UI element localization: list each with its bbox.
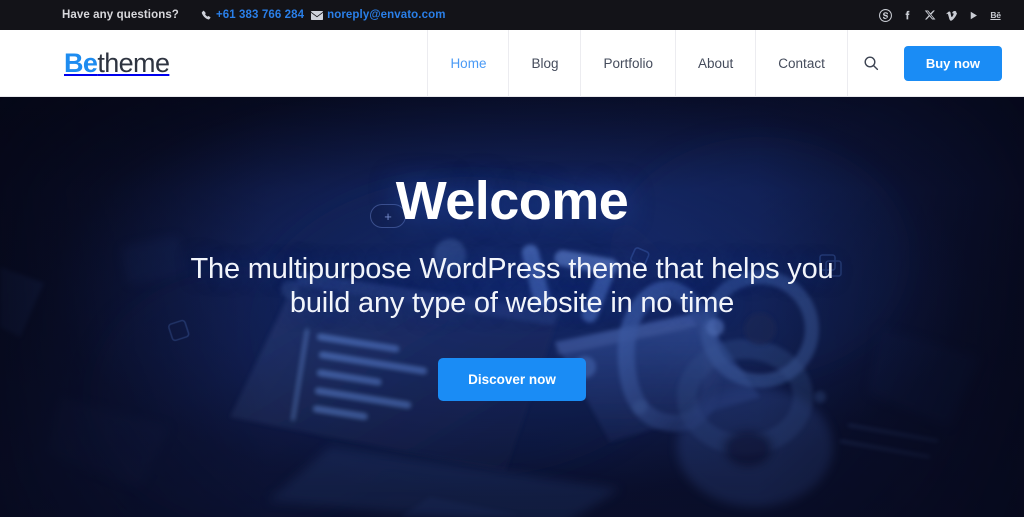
hero-content: Welcome The multipurpose WordPress theme… <box>0 97 1024 517</box>
main-navigation: Home Blog Portfolio About Contact Buy no… <box>427 29 1002 97</box>
top-utility-bar: Have any questions? +61 383 766 284 nore… <box>0 0 1024 30</box>
topbar-question-label: Have any questions? <box>62 9 179 21</box>
social-links: Bē <box>879 8 1002 22</box>
email-address: noreply@envato.com <box>327 9 446 21</box>
hero-subtitle-line2: build any type of website in no time <box>289 286 735 319</box>
behance-label: Bē <box>990 9 1001 20</box>
phone-icon <box>201 10 212 21</box>
discover-now-button[interactable]: Discover now <box>438 358 586 402</box>
phone-link[interactable]: +61 383 766 284 <box>201 9 304 21</box>
hero-section: + + Welcome The multipurpose WordPress t… <box>0 97 1024 517</box>
phone-number: +61 383 766 284 <box>215 9 305 21</box>
logo-secondary-text: theme <box>97 47 170 78</box>
buy-now-wrap: Buy now <box>894 30 1002 97</box>
topbar-contact-group: Have any questions? +61 383 766 284 nore… <box>62 9 446 21</box>
site-logo[interactable]: Be theme <box>64 47 170 79</box>
nav-item-contact[interactable]: Contact <box>755 29 848 97</box>
hero-subtitle: The multipurpose WordPress theme that he… <box>191 252 834 320</box>
facebook-icon[interactable] <box>901 9 914 22</box>
email-link[interactable]: noreply@envato.com <box>311 9 445 21</box>
nav-item-home[interactable]: Home <box>427 29 508 97</box>
site-header: Be theme Home Blog Portfolio About Conta… <box>0 29 1024 97</box>
nav-item-portfolio[interactable]: Portfolio <box>580 29 675 97</box>
youtube-icon[interactable] <box>967 9 980 22</box>
buy-now-button[interactable]: Buy now <box>903 45 1002 81</box>
x-twitter-icon[interactable] <box>923 9 936 22</box>
logo-primary-text: Be <box>64 47 98 78</box>
hero-subtitle-line1: The multipurpose WordPress theme that he… <box>190 252 834 285</box>
behance-icon[interactable]: Bē <box>989 9 1002 22</box>
nav-item-about[interactable]: About <box>675 29 755 97</box>
skype-icon[interactable] <box>879 8 892 22</box>
nav-item-blog[interactable]: Blog <box>508 29 580 97</box>
vimeo-icon[interactable] <box>945 9 958 22</box>
envelope-icon <box>311 10 324 20</box>
hero-title: Welcome <box>395 171 629 231</box>
search-icon[interactable] <box>848 30 894 97</box>
